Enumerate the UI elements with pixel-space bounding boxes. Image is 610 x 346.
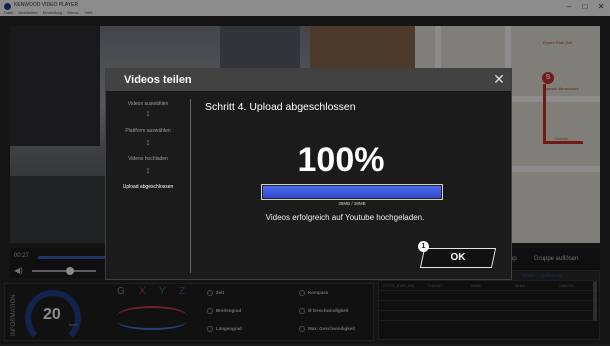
dialog-title: Videos teilen <box>124 74 192 86</box>
callout-badge: 1 <box>418 241 429 252</box>
step-divider <box>190 99 191 273</box>
share-videos-dialog: Videos teilen ✕ Videos auswählen ↕ Platt… <box>105 68 512 280</box>
dialog-close-icon[interactable]: ✕ <box>491 71 507 88</box>
step-select-videos: Videos auswählen <box>127 101 169 107</box>
step-arrow-icon: ↕ <box>145 108 151 118</box>
step-arrow-icon: ↕ <box>145 165 151 175</box>
upload-progress-bar <box>261 184 443 200</box>
upload-size: 38MB / 38MB <box>338 201 366 206</box>
progress-fill <box>263 186 441 198</box>
app-window: KENWOOD VIDEO PLAYER Datei Bearbeiten Ei… <box>0 0 610 346</box>
step-upload-complete: Upload abgeschlossen <box>122 184 174 190</box>
ok-button-label: OK <box>450 252 466 263</box>
ok-button[interactable]: OK <box>419 248 497 268</box>
step-select-platform: Plattform auswählen <box>125 128 171 134</box>
progress-percent: 100% <box>297 141 385 179</box>
step-heading: Schritt 4. Upload abgeschlossen <box>205 101 356 113</box>
step-arrow-icon: ↕ <box>145 137 151 147</box>
upload-success-message: Videos erfolgreich auf Youtube hochgelad… <box>265 213 425 222</box>
dialog-header: Videos teilen ✕ <box>106 69 511 91</box>
step-upload-videos: Videos hochladen <box>128 156 168 162</box>
